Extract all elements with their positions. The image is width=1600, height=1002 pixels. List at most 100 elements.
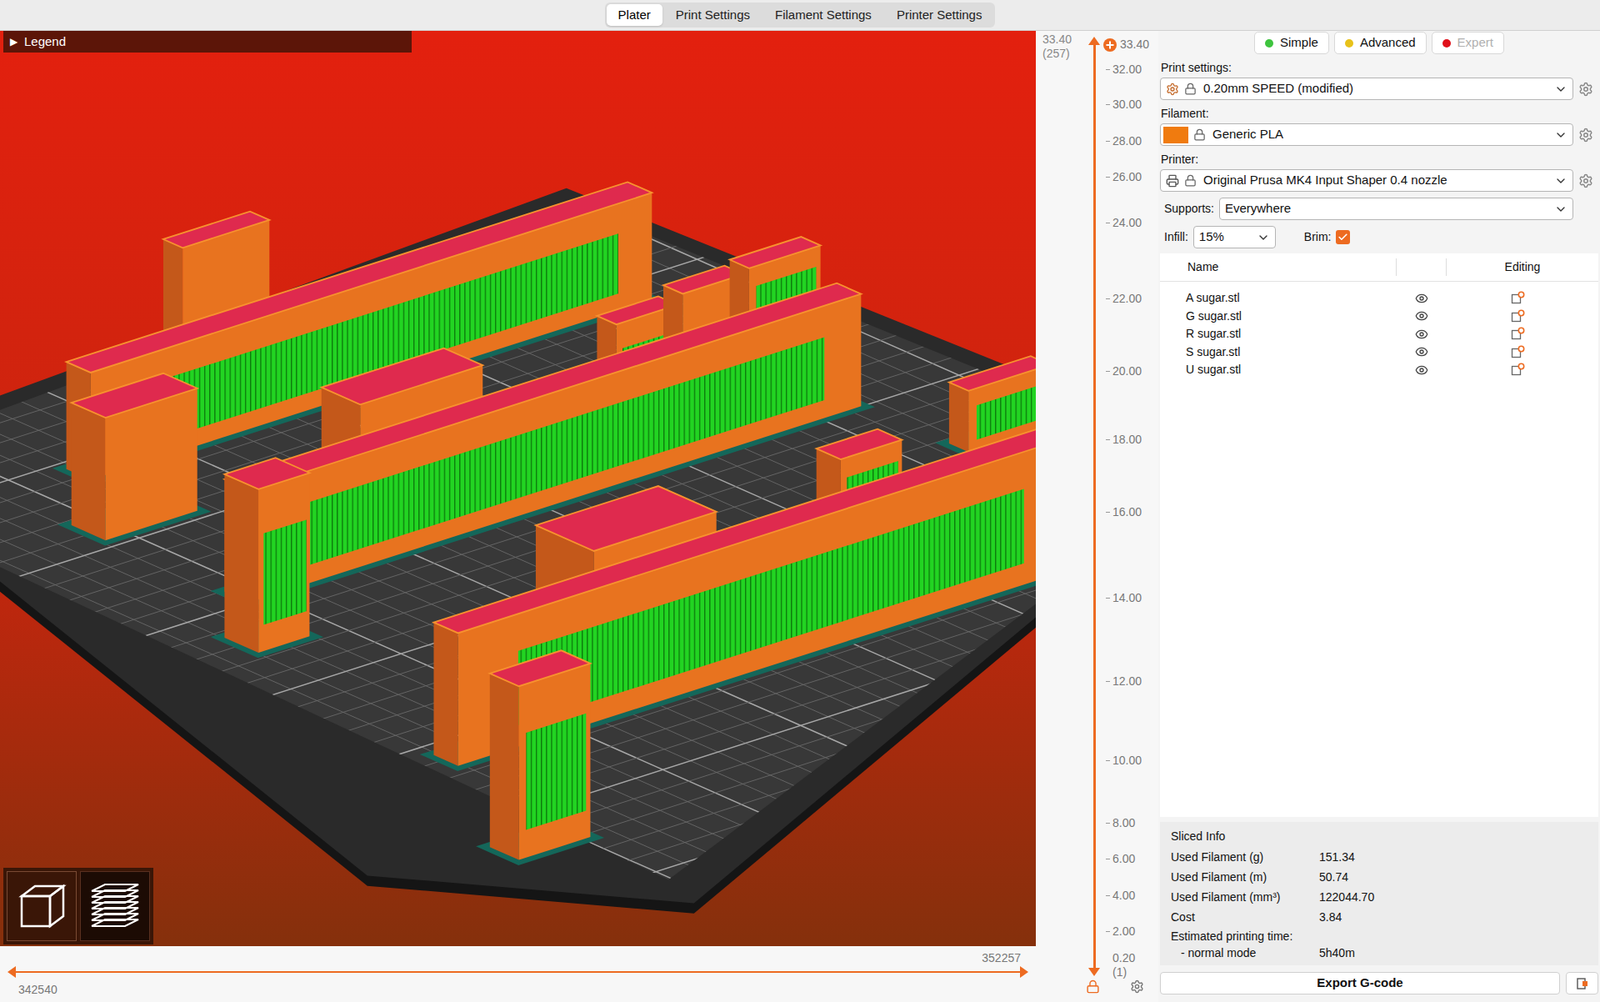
tab[interactable]: Plater	[606, 4, 663, 27]
column-header[interactable]: Name	[1160, 258, 1397, 276]
gear-icon	[1578, 127, 1594, 143]
filament-label: Filament:	[1160, 106, 1599, 121]
horizontal-slider[interactable]: 352257342540	[0, 945, 1036, 1002]
print-settings-combo[interactable]: 0.20mm SPEED (modified)	[1160, 77, 1574, 100]
chevron-down-icon	[1554, 82, 1568, 96]
layer-tick: 4.00	[1105, 888, 1135, 903]
layer-top-value: 33.40	[1042, 32, 1072, 47]
lock-icon	[1193, 128, 1206, 141]
chevron-down-icon	[1554, 174, 1568, 188]
lock-icon	[1184, 174, 1197, 187]
filament-color-swatch	[1163, 126, 1189, 144]
brim-label: Brim:	[1304, 228, 1332, 246]
slider-track[interactable]	[12, 965, 1024, 978]
mode-dot	[1442, 39, 1451, 48]
export-gcode-button[interactable]: Export G-code	[1160, 971, 1560, 995]
object-name: A sugar.stl	[1160, 289, 1397, 307]
edit-icon	[1510, 326, 1525, 341]
letter-segment	[71, 373, 198, 540]
print-bed	[0, 30, 1036, 946]
eye-icon[interactable]	[1415, 291, 1429, 305]
object-list-header: Name Editing	[1160, 253, 1599, 282]
lock-icon[interactable]	[1085, 979, 1100, 994]
supports-label: Supports:	[1164, 200, 1215, 218]
object-name: S sugar.stl	[1160, 343, 1397, 361]
supports-combo[interactable]: Everywhere	[1219, 197, 1574, 220]
object-row[interactable]: A sugar.stl	[1160, 289, 1599, 308]
eye-icon[interactable]	[1415, 363, 1429, 377]
layer-track[interactable]	[1093, 41, 1096, 971]
mode-dot	[1265, 39, 1274, 48]
infill-label: Infill:	[1164, 228, 1189, 246]
layer-tick: 32.00	[1105, 62, 1142, 77]
edit-icon	[1510, 345, 1525, 360]
layer-tick: 2.00	[1105, 924, 1135, 939]
brim-checkbox[interactable]	[1335, 230, 1350, 245]
send-to-printer-button[interactable]	[1565, 971, 1599, 995]
eye-icon[interactable]	[1415, 309, 1429, 323]
sliced-info: Sliced InfoUsed Filament (g)151.34 Used F…	[1160, 821, 1599, 965]
mode-button[interactable]: Expert	[1431, 31, 1505, 55]
gear-icon[interactable]	[1130, 979, 1145, 994]
eye-icon[interactable]	[1415, 327, 1429, 341]
tab[interactable]: Printer Settings	[885, 4, 995, 27]
layer-tick: 24.00	[1105, 215, 1142, 230]
sidebar: SimpleAdvancedExpert Print settings: 0.20m…	[1158, 30, 1600, 1002]
object-row[interactable]: G sugar.stl	[1160, 307, 1599, 326]
slider-high-thumb[interactable]	[1020, 965, 1029, 978]
object-name: G sugar.stl	[1160, 307, 1397, 325]
column-header[interactable]	[1396, 258, 1447, 276]
legend-label: Legend	[24, 32, 66, 52]
tab[interactable]: Filament Settings	[763, 4, 884, 27]
object-row[interactable]: S sugar.stl	[1160, 343, 1599, 362]
layer-tick: 33.40	[1120, 37, 1150, 52]
tab[interactable]: Print Settings	[664, 4, 762, 27]
gear-icon	[1578, 81, 1594, 97]
slider-upper-label: 352257	[981, 949, 1021, 966]
mode-dot	[1345, 39, 1354, 48]
object-name: R sugar.stl	[1160, 325, 1397, 343]
view-mode-button[interactable]	[6, 870, 77, 941]
object-list: Name Editing A sugar.stlG sugar.stlR sugar…	[1160, 253, 1599, 817]
layer-high-thumb[interactable]	[1088, 36, 1100, 45]
layer-low-thumb[interactable]	[1088, 967, 1100, 976]
layer-tick: 26.00	[1105, 170, 1142, 185]
preset-settings-button[interactable]	[1573, 123, 1599, 146]
object-row[interactable]: R sugar.stl	[1160, 325, 1599, 344]
slider-low-thumb[interactable]	[7, 965, 16, 978]
mode-switch: SimpleAdvancedExpert	[1160, 30, 1599, 55]
letter-segment	[490, 650, 591, 860]
layer-tick: 10.00	[1105, 753, 1142, 768]
layer-slider-footer	[1085, 979, 1145, 994]
edit-icon	[1510, 362, 1525, 377]
layer-tick: 18.00	[1105, 432, 1142, 447]
infill-combo[interactable]: 15%	[1193, 225, 1276, 249]
sliced-info-row: Used Filament (mm³)122044.70	[1170, 886, 1599, 907]
column-header[interactable]: Editing	[1446, 253, 1599, 281]
mode-button[interactable]: Advanced	[1334, 31, 1427, 55]
eye-icon[interactable]	[1415, 345, 1429, 359]
printer-combo[interactable]: Original Prusa MK4 Input Shaper 0.4 nozz…	[1160, 169, 1574, 192]
mode-button[interactable]: Simple	[1254, 31, 1330, 55]
letter-segment	[224, 457, 310, 653]
filament-combo[interactable]: Generic PLA	[1160, 123, 1574, 146]
preset-icon	[1165, 82, 1180, 96]
print-time-row: - normal mode5h40m	[1170, 945, 1599, 960]
3d-viewport[interactable]: ▶Legend	[0, 30, 1036, 946]
legend-bar[interactable]: ▶Legend	[3, 30, 412, 53]
layer-slider[interactable]: 33.40(257)33.4032.0030.0028.0026.0024.00…	[1035, 30, 1159, 1002]
add-color-change-icon[interactable]	[1102, 37, 1118, 53]
printer-label: Printer:	[1160, 152, 1599, 167]
sliced-info-row: Used Filament (g)151.34	[1170, 846, 1599, 867]
view-mode-button[interactable]	[80, 870, 150, 941]
object-row[interactable]: U sugar.stl	[1160, 360, 1599, 380]
sliced-info-row: Cost3.84	[1170, 906, 1599, 927]
sliced-info-title: Sliced Info	[1170, 826, 1599, 845]
preset-settings-button[interactable]	[1573, 77, 1599, 100]
layer-tick: 30.00	[1105, 97, 1142, 112]
print-settings-label: Print settings:	[1160, 60, 1599, 75]
3d-view-icon	[15, 879, 69, 933]
preset-settings-button[interactable]	[1573, 169, 1599, 192]
sliced-preview-canvas[interactable]	[0, 30, 1036, 946]
layer-top-index: (257)	[1042, 46, 1070, 61]
